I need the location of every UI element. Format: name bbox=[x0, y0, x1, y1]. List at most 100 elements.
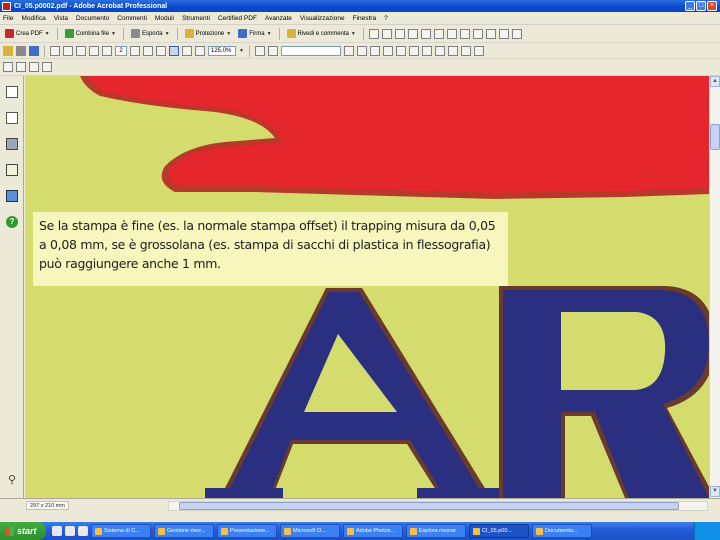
system-tray[interactable] bbox=[694, 522, 720, 540]
secure-button[interactable]: Protezione ▼ bbox=[183, 27, 234, 41]
menu-view[interactable]: Vista bbox=[54, 15, 68, 22]
link-tool[interactable] bbox=[42, 62, 52, 72]
comments-pen-icon[interactable] bbox=[6, 164, 18, 176]
export-button[interactable]: Esporta ▼ bbox=[129, 27, 172, 41]
attachments-icon[interactable]: ⚲ bbox=[6, 474, 18, 486]
tool-button[interactable] bbox=[407, 28, 418, 39]
start-button[interactable]: start bbox=[0, 522, 46, 540]
tool-button[interactable] bbox=[421, 45, 432, 56]
menu-forms[interactable]: Moduli bbox=[155, 15, 174, 22]
quick-launch-icon[interactable] bbox=[52, 526, 62, 536]
quick-launch-icon[interactable] bbox=[78, 526, 88, 536]
fit-page-button[interactable] bbox=[130, 45, 140, 56]
tool-button[interactable] bbox=[369, 45, 380, 56]
zoom-out-button[interactable] bbox=[182, 45, 192, 56]
hand-tool-button[interactable] bbox=[50, 45, 60, 56]
tool-button[interactable] bbox=[472, 28, 483, 39]
tool-button[interactable] bbox=[356, 45, 367, 56]
print-icon[interactable] bbox=[16, 45, 26, 56]
search-input[interactable] bbox=[280, 45, 341, 56]
create-pdf-button[interactable]: Crea PDF ▼ bbox=[3, 27, 52, 41]
email-icon[interactable] bbox=[29, 45, 39, 56]
tool-button[interactable] bbox=[460, 45, 471, 56]
taskbar-item[interactable]: Adobe Photos... bbox=[343, 524, 403, 538]
horizontal-scroll-thumb[interactable] bbox=[179, 502, 679, 510]
tool-button[interactable] bbox=[459, 28, 470, 39]
scroll-down-arrow-icon[interactable]: ▼ bbox=[710, 486, 720, 497]
taskbar-item[interactable]: Presentazione... bbox=[217, 524, 277, 538]
help-icon[interactable]: ? bbox=[6, 216, 18, 228]
navigation-panel: ? ⚲ bbox=[0, 76, 24, 512]
taskbar-item[interactable]: Documento... bbox=[532, 524, 592, 538]
tool-button[interactable] bbox=[447, 45, 458, 56]
scroll-up-arrow-icon[interactable]: ▲ bbox=[710, 76, 720, 87]
menu-display[interactable]: Visualizzazione bbox=[300, 15, 345, 22]
quick-launch-icon[interactable] bbox=[65, 526, 75, 536]
snapshot-tool-button[interactable] bbox=[76, 45, 86, 56]
next-page-button[interactable] bbox=[102, 45, 112, 56]
tool-button[interactable] bbox=[343, 45, 354, 56]
chevron-down-icon[interactable]: ▼ bbox=[239, 48, 244, 54]
signatures-icon[interactable] bbox=[6, 112, 18, 124]
page-number-input[interactable]: 2 bbox=[115, 45, 127, 56]
menu-advanced[interactable]: Avanzate bbox=[265, 15, 292, 22]
menu-edit[interactable]: Modifica bbox=[21, 15, 45, 22]
taskbar-item[interactable]: Esplora risorse bbox=[406, 524, 466, 538]
tool-button[interactable] bbox=[395, 45, 406, 56]
crop-tool[interactable] bbox=[29, 62, 39, 72]
layers-icon[interactable] bbox=[6, 138, 18, 150]
zoom-in-button[interactable] bbox=[195, 45, 205, 56]
taskbar-item[interactable]: Sistema di C... bbox=[91, 524, 151, 538]
zoom-level-input[interactable]: 125,0% bbox=[208, 45, 236, 56]
open-folder-icon[interactable] bbox=[3, 45, 13, 56]
close-button[interactable]: × bbox=[707, 1, 717, 11]
menu-file[interactable]: File bbox=[3, 15, 13, 22]
horizontal-scrollbar[interactable] bbox=[168, 501, 708, 511]
combine-files-button[interactable]: Combina file ▼ bbox=[63, 27, 118, 41]
taskbar-item[interactable]: Microsoft O... bbox=[280, 524, 340, 538]
chevron-down-icon: ▼ bbox=[110, 30, 116, 37]
pages-icon[interactable] bbox=[6, 86, 18, 98]
model-tree-icon[interactable] bbox=[6, 190, 18, 202]
menu-tools[interactable]: Strumenti bbox=[182, 15, 210, 22]
title-bar[interactable]: CI_05.p0002.pdf - Adobe Acrobat Professi… bbox=[0, 0, 720, 12]
select-object-tool[interactable] bbox=[3, 62, 13, 72]
menu-comments[interactable]: Commenti bbox=[117, 15, 147, 22]
fit-width-button[interactable] bbox=[143, 45, 153, 56]
taskbar-item[interactable]: Gestione risor... bbox=[154, 524, 214, 538]
acrobat-app-icon[interactable] bbox=[2, 1, 11, 11]
actual-size-button[interactable] bbox=[156, 45, 166, 56]
vertical-scroll-thumb[interactable] bbox=[710, 124, 720, 150]
tool-button[interactable] bbox=[408, 45, 419, 56]
minimize-button[interactable]: _ bbox=[685, 1, 695, 11]
document-view[interactable]: Se la stampa è fine (es. la normale stam… bbox=[25, 76, 709, 498]
select-tool-button[interactable] bbox=[63, 45, 73, 56]
tool-button[interactable] bbox=[511, 28, 522, 39]
menu-help[interactable]: ? bbox=[384, 15, 388, 22]
menu-window[interactable]: Finestra bbox=[353, 15, 376, 22]
tool-button[interactable] bbox=[485, 28, 496, 39]
chevron-down-icon: ▼ bbox=[44, 30, 50, 37]
tool-button[interactable] bbox=[498, 28, 509, 39]
review-comment-button[interactable]: Rivedi e commenta ▼ bbox=[285, 27, 358, 41]
menu-document[interactable]: Documento bbox=[76, 15, 109, 22]
vertical-scrollbar[interactable]: ▲ ▼ bbox=[709, 76, 720, 498]
tool-button[interactable] bbox=[368, 28, 379, 39]
tool-button[interactable] bbox=[381, 28, 392, 39]
zoom-tool-button[interactable] bbox=[169, 45, 179, 56]
touchup-tool[interactable] bbox=[16, 62, 26, 72]
prev-page-button[interactable] bbox=[89, 45, 99, 56]
tool-button[interactable] bbox=[382, 45, 393, 56]
taskbar-item-active[interactable]: CI_05.p00... bbox=[469, 524, 529, 538]
tool-button[interactable] bbox=[254, 45, 265, 56]
tool-button[interactable] bbox=[473, 45, 484, 56]
menu-certified-pdf[interactable]: Certified PDF bbox=[218, 15, 257, 22]
tool-button[interactable] bbox=[267, 45, 278, 56]
maximize-button[interactable]: □ bbox=[696, 1, 706, 11]
tool-button[interactable] bbox=[434, 45, 445, 56]
tool-button[interactable] bbox=[394, 28, 405, 39]
tool-button[interactable] bbox=[446, 28, 457, 39]
tool-button[interactable] bbox=[420, 28, 431, 39]
sign-button[interactable]: Firma ▼ bbox=[236, 27, 273, 41]
tool-button[interactable] bbox=[433, 28, 444, 39]
